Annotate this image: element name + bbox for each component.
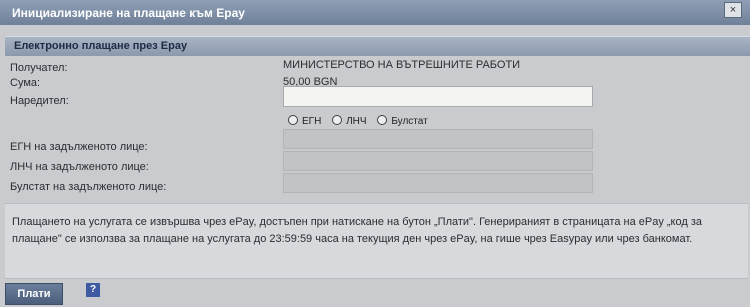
lnch-input	[283, 151, 593, 171]
recipient-label: Получател:	[10, 62, 68, 74]
lnch-label: ЛНЧ на задълженото лице:	[10, 161, 149, 173]
radio-egn-icon	[288, 115, 298, 125]
pay-button[interactable]: Плати	[5, 283, 63, 305]
radio-bulstat-icon	[377, 115, 388, 125]
bulstat-input	[283, 173, 593, 193]
payment-dialog: Електронно плащане през Epay Получател: …	[0, 25, 750, 307]
info-text: Плащането на услугата се извършва чрез e…	[12, 216, 703, 245]
radio-bulstat-label: Булстат	[391, 116, 428, 127]
payer-input[interactable]	[283, 86, 593, 107]
section-title: Електронно плащане през Epay	[14, 40, 188, 52]
section-header: Електронно плащане през Epay	[5, 36, 750, 56]
window-title: Инициализиране на плащане към Epay	[12, 6, 245, 20]
id-type-radio-group: ЕГН ЛНЧ Булстат	[288, 115, 436, 127]
amount-label: Сума:	[10, 77, 41, 89]
egn-label: ЕГН на задълженото лице:	[10, 141, 148, 153]
recipient-value: МИНИСТЕРСТВО НА ВЪТРЕШНИТЕ РАБОТИ	[283, 59, 521, 71]
radio-egn[interactable]: ЕГН	[288, 115, 321, 127]
help-icon[interactable]: ?	[86, 283, 100, 297]
info-box: Плащането на услугата се извършва чрез e…	[5, 203, 748, 279]
payer-label: Наредител:	[10, 95, 69, 107]
window-titlebar: Инициализиране на плащане към Epay ×	[0, 0, 750, 25]
egn-input	[283, 129, 593, 149]
close-icon[interactable]: ×	[724, 2, 742, 18]
radio-lnch-icon	[332, 115, 343, 125]
radio-lnch-label: ЛНЧ	[346, 116, 367, 127]
radio-bulstat[interactable]: Булстат	[377, 115, 428, 127]
bulstat-label: Булстат на задълженото лице:	[10, 181, 167, 193]
radio-egn-label: ЕГН	[302, 116, 322, 127]
radio-lnch[interactable]: ЛНЧ	[332, 115, 367, 127]
